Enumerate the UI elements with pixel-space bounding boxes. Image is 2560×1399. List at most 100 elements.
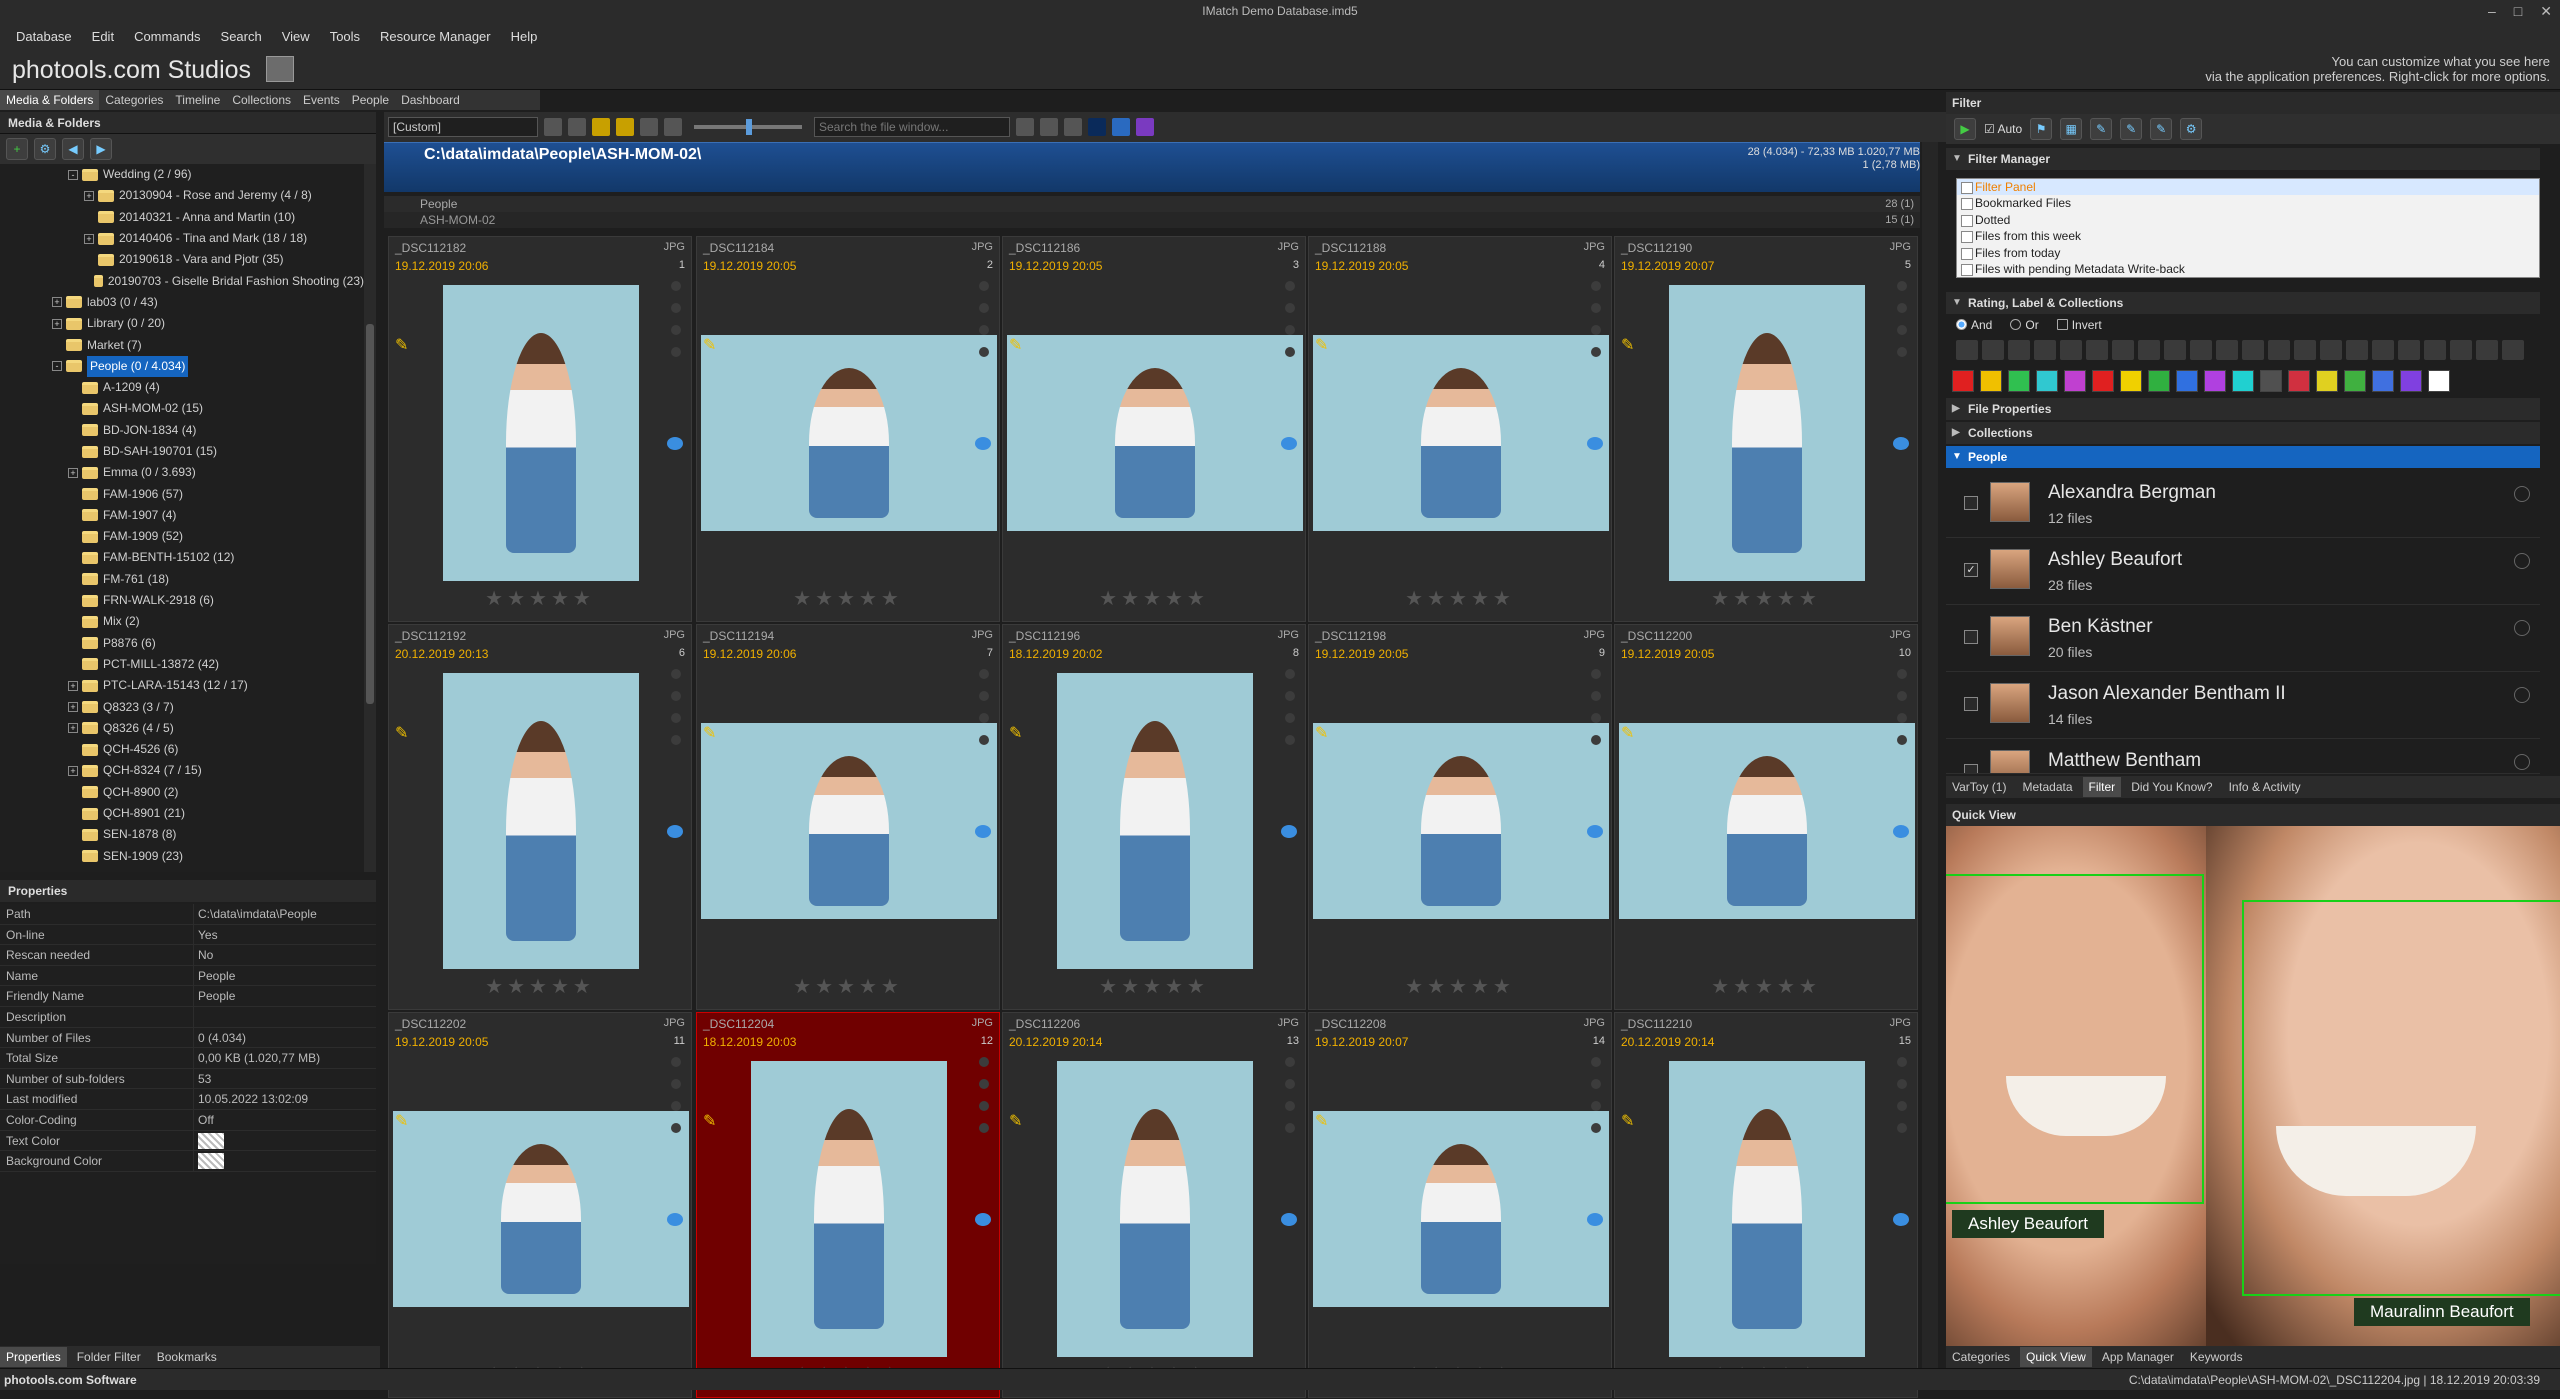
label-color-swatch[interactable] <box>2092 370 2114 392</box>
comment-icon[interactable] <box>975 437 991 450</box>
rating-stars[interactable]: ★★★★★ <box>697 974 999 999</box>
property-row[interactable]: Description <box>0 1006 376 1028</box>
label-color-swatch[interactable] <box>2260 370 2282 392</box>
filter-settings-icon[interactable]: ⚙ <box>2180 118 2203 140</box>
tree-item[interactable]: + Library (0 / 20) <box>0 313 364 334</box>
comment-icon[interactable] <box>975 1213 991 1226</box>
tree-item[interactable]: FAM-1909 (52) <box>0 526 364 547</box>
menu-search[interactable]: Search <box>215 27 268 46</box>
auto-checkbox[interactable]: ☑ Auto <box>1984 122 2022 136</box>
person-info-icon[interactable] <box>2514 553 2530 569</box>
invert-checkbox[interactable]: Invert <box>2056 318 2102 332</box>
group-header-folder[interactable]: ASH-MOM-02 15 (1) <box>384 212 1920 228</box>
label-color-swatch[interactable] <box>2148 370 2170 392</box>
thumbnail-size-slider[interactable] <box>694 119 802 135</box>
label-color-swatch[interactable] <box>2288 370 2310 392</box>
rating-filter-icon[interactable] <box>2502 340 2524 360</box>
lock-icon[interactable] <box>640 118 658 136</box>
pencil-icon[interactable]: ✎ <box>1009 723 1022 743</box>
person-checkbox[interactable] <box>1964 630 1978 644</box>
person-info-icon[interactable] <box>2514 620 2530 636</box>
rating-filter-icon[interactable] <box>2346 340 2368 360</box>
comment-icon[interactable] <box>1587 437 1603 450</box>
tree-item[interactable]: FM-761 (18) <box>0 569 364 590</box>
list-item[interactable]: Files with pending Metadata Write-back <box>1957 261 2539 277</box>
rating-filter-icon[interactable] <box>2112 340 2134 360</box>
list-icon[interactable] <box>616 118 634 136</box>
menu-edit[interactable]: Edit <box>86 27 120 46</box>
affinity-photo-icon[interactable] <box>1136 118 1154 136</box>
comment-icon[interactable] <box>1893 1213 1909 1226</box>
list-item[interactable]: Files from today <box>1957 245 2539 261</box>
forward-icon[interactable]: ▶ <box>90 138 112 160</box>
rating-filter-icon[interactable] <box>2476 340 2498 360</box>
tab-events[interactable]: Events <box>297 90 346 110</box>
pencil-icon[interactable]: ✎ <box>1621 1111 1634 1131</box>
label-color-swatch[interactable] <box>2372 370 2394 392</box>
comment-icon[interactable] <box>1281 437 1297 450</box>
tree-item[interactable]: Market (7) <box>0 334 364 355</box>
face-box-mauralinn[interactable] <box>2242 900 2560 1296</box>
rating-filter-icon[interactable] <box>2164 340 2186 360</box>
view-icon[interactable] <box>1064 118 1082 136</box>
pencil-icon[interactable]: ✎ <box>1009 335 1022 355</box>
rating-stars[interactable]: ★★★★★ <box>1309 586 1611 611</box>
tab-folder-filter[interactable]: Folder Filter <box>71 1347 147 1367</box>
tree-item[interactable]: - People (0 / 4.034) <box>0 355 364 377</box>
filter-tool-2-icon[interactable]: ▦ <box>2060 118 2083 140</box>
thumbnail[interactable]: _DSC112194 JPG 19.12.2019 20:06 7 ✎ ★★★★★ <box>696 624 1000 1010</box>
rating-filter-icon[interactable] <box>2138 340 2160 360</box>
rating-stars[interactable]: ★★★★★ <box>1003 974 1305 999</box>
tree-item[interactable]: A-1209 (4) <box>0 377 364 398</box>
expand-icon[interactable]: + <box>68 680 78 691</box>
label-color-swatch[interactable] <box>2316 370 2338 392</box>
tree-item[interactable]: QCH-8900 (2) <box>0 782 364 803</box>
tree-item[interactable]: +20140406 - Tina and Mark (18 / 18) <box>0 228 364 249</box>
tree-item[interactable]: 20190703 - Giselle Bridal Fashion Shooti… <box>0 270 364 291</box>
thumbnail[interactable]: _DSC112208JPG19.12.2019 20:0714✎★★★★★ <box>1308 1012 1612 1398</box>
label-color-swatch[interactable] <box>2428 370 2450 392</box>
property-row[interactable]: Rescan needed No <box>0 945 376 966</box>
property-row[interactable]: Text Color <box>0 1130 376 1152</box>
rating-filter-icon[interactable] <box>2008 340 2030 360</box>
tree-item[interactable]: + Q8323 (3 / 7) <box>0 696 364 717</box>
label-color-swatch[interactable] <box>2008 370 2030 392</box>
quick-view-image[interactable]: Ashley Beaufort Mauralinn Beaufort <box>1946 826 2560 1346</box>
thumbnail[interactable]: _DSC112192 JPG 20.12.2019 20:13 6 ✎ ★★★★★ <box>388 624 692 1010</box>
person-item[interactable]: Jason Alexander Bentham II 14 files <box>1946 673 2540 739</box>
slider-knob[interactable] <box>746 119 752 135</box>
pencil-icon[interactable]: ✎ <box>1315 723 1328 743</box>
thumbnail[interactable]: _DSC112182 JPG 19.12.2019 20:06 1 ✎ ★★★★★ <box>388 236 692 622</box>
people-section[interactable]: ▼ People <box>1946 446 2540 468</box>
collapse-icon[interactable]: - <box>52 361 62 372</box>
pencil-icon[interactable]: ✎ <box>1621 335 1634 355</box>
tree-item[interactable]: SEN-1878 (8) <box>0 824 364 845</box>
collapse-icon[interactable]: - <box>68 169 78 180</box>
tab-media-folders[interactable]: Media & Folders <box>0 90 100 110</box>
menu-tools[interactable]: Tools <box>324 27 366 46</box>
person-item[interactable]: Matthew Bentham <box>1946 740 2540 774</box>
tab-keywords[interactable]: Keywords <box>2184 1347 2249 1367</box>
comment-icon[interactable] <box>1893 825 1909 838</box>
tab-timeline[interactable]: Timeline <box>169 90 226 110</box>
thumbnail[interactable]: _DSC112186 JPG 19.12.2019 20:05 3 ✎ ★★★★★ <box>1002 236 1306 622</box>
tree-item[interactable]: FAM-1907 (4) <box>0 505 364 526</box>
tab-metadata[interactable]: Metadata <box>2016 777 2078 797</box>
color-swatch[interactable] <box>198 1153 224 1170</box>
rating-filter-icon[interactable] <box>2086 340 2108 360</box>
thumbnail[interactable]: _DSC112190 JPG 19.12.2019 20:07 5 ✎ ★★★★★ <box>1614 236 1918 622</box>
rating-filter-icon[interactable] <box>2034 340 2056 360</box>
tab-collections[interactable]: Collections <box>226 90 297 110</box>
person-info-icon[interactable] <box>2514 687 2530 703</box>
group-header-people[interactable]: People 28 (1) <box>384 196 1920 212</box>
list-item[interactable]: Bookmarked Files <box>1957 195 2539 211</box>
comment-icon[interactable] <box>1587 1213 1603 1226</box>
tree-item[interactable]: +20130904 - Rose and Jeremy (4 / 8) <box>0 185 364 206</box>
tree-item[interactable]: QCH-8901 (21) <box>0 803 364 824</box>
person-item[interactable]: Alexandra Bergman 12 files <box>1946 472 2540 538</box>
tree-item[interactable]: Mix (2) <box>0 611 364 632</box>
add-folder-icon[interactable]: + <box>6 138 28 160</box>
person-info-icon[interactable] <box>2514 754 2530 770</box>
rating-filter-icon[interactable] <box>2242 340 2264 360</box>
clear-search-icon[interactable] <box>1016 118 1034 136</box>
